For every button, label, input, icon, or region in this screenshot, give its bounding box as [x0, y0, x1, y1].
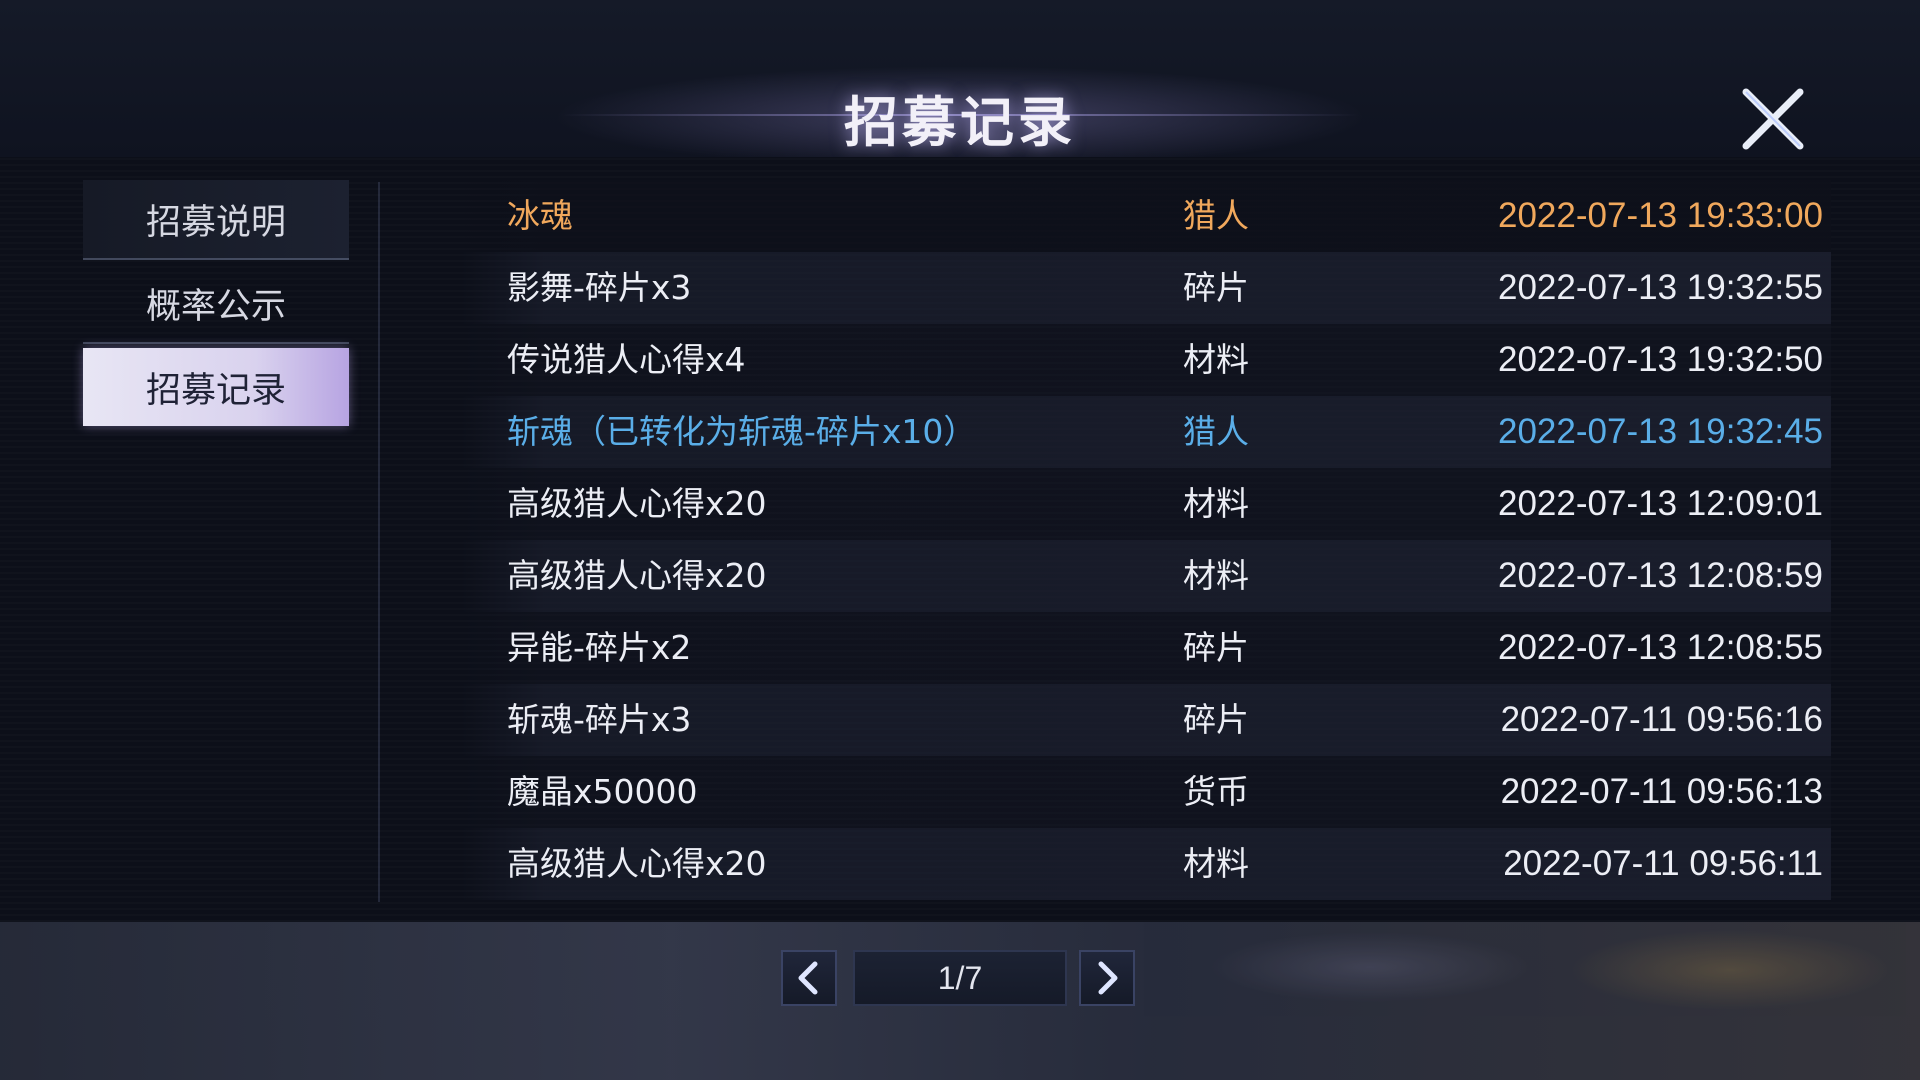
page-indicator: 1/7 [853, 950, 1067, 1006]
tab-label: 招募说明 [145, 202, 286, 243]
prev-page-button[interactable] [781, 950, 837, 1006]
record-item: 高级猎人心得x20 [507, 844, 767, 883]
record-type: 材料 [1183, 556, 1249, 595]
sidebar-divider [378, 182, 380, 902]
chevron-left-icon [798, 961, 818, 995]
chevron-right-icon [1098, 961, 1118, 995]
background-blur [1570, 930, 1890, 1010]
record-type: 猎人 [1183, 196, 1249, 235]
record-item: 异能-碎片x2 [507, 628, 692, 667]
record-item: 传说猎人心得x4 [507, 340, 746, 379]
background-blur [1210, 932, 1530, 1002]
tab-label: 概率公示 [145, 286, 286, 327]
table-row: 斩魂（已转化为斩魂-碎片x10） 猎人 2022-07-13 19:32:45 [461, 396, 1831, 468]
record-time: 2022-07-11 09:56:16 [1500, 700, 1823, 739]
tab-probability[interactable]: 概率公示 [83, 264, 349, 344]
record-time: 2022-07-11 09:56:13 [1500, 772, 1823, 811]
table-row: 高级猎人心得x20 材料 2022-07-13 12:09:01 [461, 468, 1831, 540]
record-type: 材料 [1183, 844, 1249, 883]
table-row: 传说猎人心得x4 材料 2022-07-13 19:32:50 [461, 324, 1831, 396]
record-type: 碎片 [1183, 628, 1249, 667]
record-time: 2022-07-13 19:33:00 [1498, 196, 1823, 235]
table-row: 冰魂 猎人 2022-07-13 19:33:00 [461, 180, 1831, 252]
record-item: 魔晶x50000 [507, 772, 698, 811]
record-type: 碎片 [1183, 700, 1249, 739]
table-row: 高级猎人心得x20 材料 2022-07-11 09:56:11 [461, 828, 1831, 900]
record-time: 2022-07-13 19:32:45 [1498, 412, 1823, 451]
record-time: 2022-07-13 12:08:59 [1498, 556, 1823, 595]
record-type: 材料 [1183, 340, 1249, 379]
records-table: 冰魂 猎人 2022-07-13 19:33:00 影舞-碎片x3 碎片 202… [461, 180, 1831, 900]
record-item: 高级猎人心得x20 [507, 556, 767, 595]
record-time: 2022-07-13 19:32:50 [1498, 340, 1823, 379]
table-row: 异能-碎片x2 碎片 2022-07-13 12:08:55 [461, 612, 1831, 684]
tab-recruit-info[interactable]: 招募说明 [83, 180, 349, 260]
record-item: 冰魂 [507, 196, 573, 235]
record-type: 货币 [1183, 772, 1249, 811]
record-type: 碎片 [1183, 268, 1249, 307]
close-button[interactable] [1738, 84, 1808, 154]
table-row: 魔晶x50000 货币 2022-07-11 09:56:13 [461, 756, 1831, 828]
record-time: 2022-07-11 09:56:11 [1503, 844, 1823, 883]
table-row: 影舞-碎片x3 碎片 2022-07-13 19:32:55 [461, 252, 1831, 324]
record-time: 2022-07-13 12:09:01 [1498, 484, 1823, 523]
recruit-record-screen: 招募记录 招募说明 概率公示 招募记录 冰魂 猎人 2022-07-13 19:… [0, 0, 1920, 1080]
record-item: 影舞-碎片x3 [507, 268, 692, 307]
close-icon [1742, 88, 1804, 150]
table-row: 高级猎人心得x20 材料 2022-07-13 12:08:59 [461, 540, 1831, 612]
tab-recruit-record[interactable]: 招募记录 [83, 348, 349, 426]
record-time: 2022-07-13 19:32:55 [1498, 268, 1823, 307]
table-row: 斩魂-碎片x3 碎片 2022-07-11 09:56:16 [461, 684, 1831, 756]
next-page-button[interactable] [1079, 950, 1135, 1006]
record-item: 斩魂-碎片x3 [507, 700, 692, 739]
record-item: 斩魂（已转化为斩魂-碎片x10） [507, 412, 977, 451]
record-item: 高级猎人心得x20 [507, 484, 767, 523]
tab-label: 招募记录 [145, 370, 286, 411]
record-type: 材料 [1183, 484, 1249, 523]
record-time: 2022-07-13 12:08:55 [1498, 628, 1823, 667]
record-type: 猎人 [1183, 412, 1249, 451]
page-title: 招募记录 [844, 90, 1076, 154]
